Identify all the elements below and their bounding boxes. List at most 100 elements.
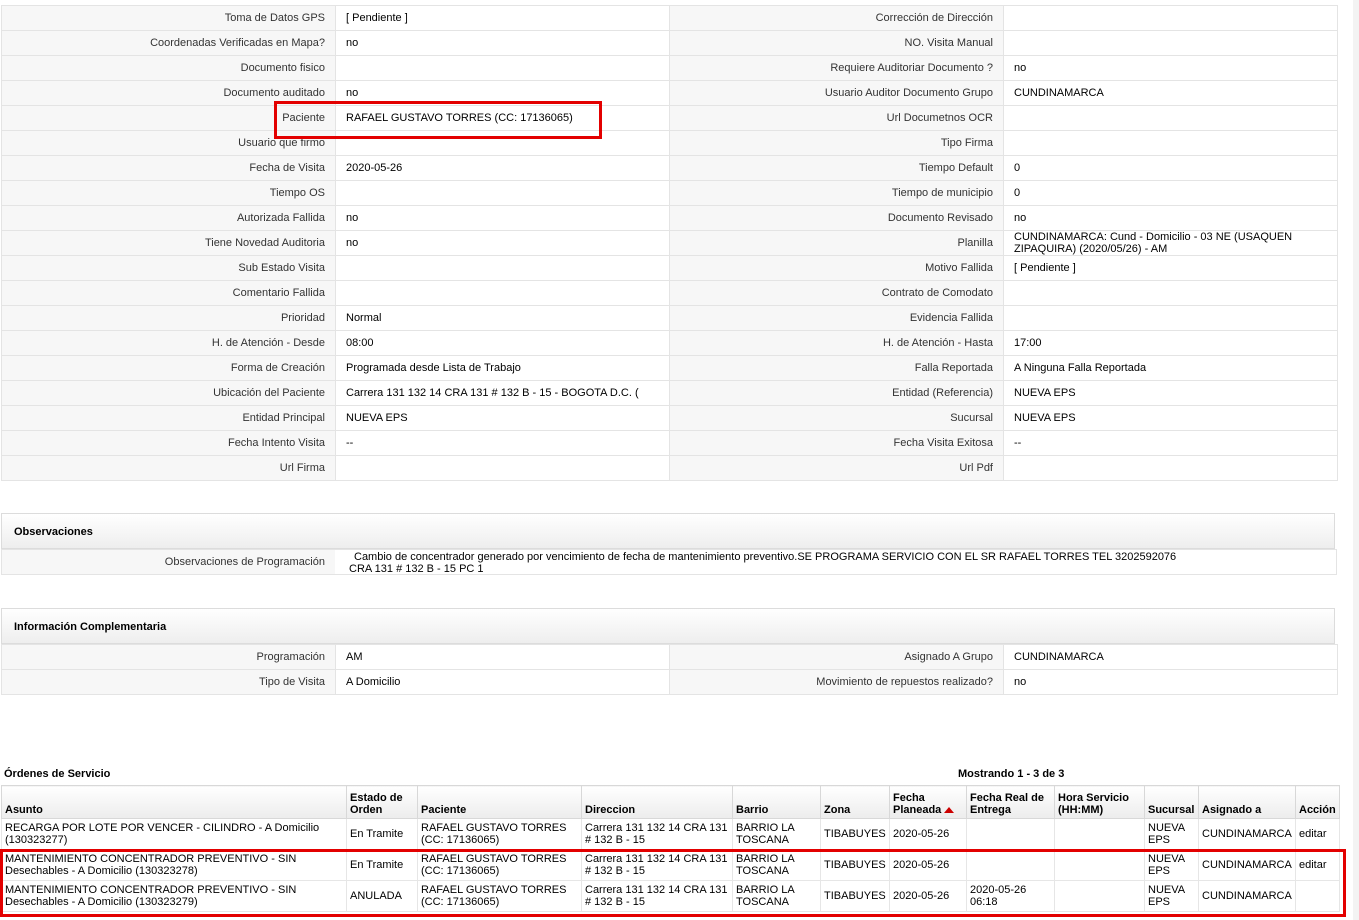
- orders-column-header[interactable]: Asunto: [1, 785, 347, 819]
- order-cell-text: 2020-05-26: [893, 828, 950, 840]
- order-cell: NUEVA EPS: [1144, 818, 1199, 850]
- observaciones-label: Observaciones de Programación: [2, 550, 335, 574]
- orders-column-header[interactable]: Zona: [820, 785, 890, 819]
- detail-value: no: [1003, 55, 1338, 81]
- detail-row: Tiempo OS Tiempo de municipio 0: [1, 180, 1338, 206]
- order-cell: 2020-05-26: [889, 818, 967, 850]
- order-cell: CUNDINAMARCA: [1198, 849, 1296, 881]
- complementaria-value: CUNDINAMARCA: [1003, 644, 1338, 670]
- orders-column-header[interactable]: Fecha Real de Entrega: [966, 785, 1055, 819]
- order-cell: Carrera 131 132 14 CRA 131 # 132 B - 15: [581, 818, 733, 850]
- detail-value: 0: [1003, 155, 1338, 181]
- order-cell-text: CUNDINAMARCA: [1202, 828, 1292, 840]
- detail-value: [335, 180, 670, 206]
- detail-row: Ubicación del Paciente Carrera 131 132 14…: [1, 380, 1338, 406]
- detail-value: CUNDINAMARCA: [1003, 80, 1338, 106]
- orders-title: Órdenes de Servicio: [4, 768, 111, 780]
- detail-label: Usuario que firmo: [1, 130, 336, 156]
- visit-details-table: Toma de Datos GPS[ Pendiente ] Corrección…: [1, 5, 1338, 481]
- detail-label: Fecha Intento Visita: [1, 430, 336, 456]
- edit-order-link[interactable]: editar: [1299, 828, 1327, 840]
- detail-value: --: [1003, 430, 1338, 456]
- order-cell: RECARGA POR LOTE POR VENCER - CILINDRO -…: [1, 818, 347, 850]
- detail-label: Corrección de Dirección: [669, 5, 1004, 31]
- detail-row: H. de Atención - Desde 08:00 H. de Atenció…: [1, 330, 1338, 356]
- orders-column-header[interactable]: Estado de Orden: [346, 785, 418, 819]
- detail-value: no: [335, 205, 670, 231]
- column-header-label: Asunto: [5, 804, 43, 816]
- order-cell: [966, 818, 1055, 850]
- orders-column-header[interactable]: Asignado a: [1198, 785, 1296, 819]
- order-cell-text: RAFAEL GUSTAVO TORRES (CC: 17136065): [421, 853, 567, 877]
- order-cell: BARRIO LA TOSCANA: [732, 849, 821, 881]
- detail-value: no: [335, 30, 670, 56]
- detail-value: NUEVA EPS: [335, 405, 670, 431]
- order-cell-text: CUNDINAMARCA: [1202, 859, 1292, 871]
- detail-label: Planilla: [669, 230, 1004, 256]
- detail-row: Toma de Datos GPS[ Pendiente ] Corrección…: [1, 5, 1338, 31]
- order-action-cell: [1295, 880, 1340, 912]
- detail-value: [335, 55, 670, 81]
- detail-label: H. de Atención - Hasta: [669, 330, 1004, 356]
- detail-label: Motivo Fallida: [669, 255, 1004, 281]
- observaciones-row: Observaciones de Programación Cambio de …: [1, 549, 1337, 575]
- vertical-scrollbar[interactable]: [1353, 0, 1359, 920]
- order-cell: 2020-05-26 06:18: [966, 880, 1055, 912]
- detail-label: Fecha Visita Exitosa: [669, 430, 1004, 456]
- detail-label: Documento fisico: [1, 55, 336, 81]
- detail-label: Url Firma: [1, 455, 336, 481]
- order-row: MANTENIMIENTO CONCENTRADOR PREVENTIVO - …: [1, 849, 1340, 881]
- complementaria-label: Programación: [1, 644, 336, 670]
- detail-value: [1003, 30, 1338, 56]
- detail-label: H. de Atención - Desde: [1, 330, 336, 356]
- orders-column-header[interactable]: Acción: [1295, 785, 1340, 819]
- orders-column-header[interactable]: Barrio: [732, 785, 821, 819]
- detail-label: Falla Reportada: [669, 355, 1004, 381]
- detail-row: Usuario que firmo Tipo Firma: [1, 130, 1338, 156]
- detail-row: Prioridad Normal Evidencia Fallida: [1, 305, 1338, 331]
- detail-label: Sub Estado Visita: [1, 255, 336, 281]
- orders-column-header[interactable]: Paciente: [417, 785, 582, 819]
- complementaria-value: AM: [335, 644, 670, 670]
- complementaria-row: Tipo de Visita A Domicilio Movimiento de r…: [1, 669, 1338, 695]
- order-cell: BARRIO LA TOSCANA: [732, 880, 821, 912]
- edit-order-link[interactable]: editar: [1299, 859, 1327, 871]
- complementaria-label: Asignado A Grupo: [669, 644, 1004, 670]
- order-cell-text: TIBABUYES: [824, 890, 886, 902]
- orders-pagination-count: Mostrando 1 - 3 de 3: [958, 768, 1065, 780]
- detail-label: Evidencia Fallida: [669, 305, 1004, 331]
- detail-row: Entidad Principal NUEVA EPS Sucursal NUEVA …: [1, 405, 1338, 431]
- column-header-label: Barrio: [736, 804, 769, 816]
- order-cell: MANTENIMIENTO CONCENTRADOR PREVENTIVO - …: [1, 880, 347, 912]
- detail-value: Programada desde Lista de Trabajo: [335, 355, 670, 381]
- detail-row: Sub Estado Visita Motivo Fallida[ Pendien…: [1, 255, 1338, 281]
- detail-row: Comentario Fallida Contrato de Comodato: [1, 280, 1338, 306]
- orders-column-header[interactable]: Hora Servicio (HH:MM): [1054, 785, 1145, 819]
- detail-value: CUNDINAMARCA: Cund - Domicilio - 03 NE (…: [1003, 230, 1338, 256]
- detail-label: Tipo Firma: [669, 130, 1004, 156]
- detail-value: NUEVA EPS: [1003, 405, 1338, 431]
- complementaria-row: Programación AM Asignado A Grupo CUNDINAMAR…: [1, 644, 1338, 670]
- column-header-label: Hora Servicio (HH:MM): [1058, 792, 1129, 816]
- detail-label: Forma de Creación: [1, 355, 336, 381]
- orders-column-header[interactable]: Fecha Planeada: [889, 785, 967, 819]
- detail-value: [335, 455, 670, 481]
- detail-row: Url Firma Url Pdf: [1, 455, 1338, 481]
- column-header-label: Fecha Real de Entrega: [970, 792, 1044, 816]
- orders-column-header[interactable]: Sucursal: [1144, 785, 1199, 819]
- detail-value: Normal: [335, 305, 670, 331]
- orders-column-header[interactable]: Direccion: [581, 785, 733, 819]
- order-cell-text: En Tramite: [350, 859, 404, 871]
- detail-label: Url Pdf: [669, 455, 1004, 481]
- detail-value: [335, 255, 670, 281]
- order-cell-text: ANULADA: [350, 890, 402, 902]
- order-action-cell: editar: [1295, 849, 1340, 881]
- sort-ascending-icon[interactable]: [944, 807, 955, 814]
- detail-label: Toma de Datos GPS: [1, 5, 336, 31]
- order-cell: [966, 849, 1055, 881]
- detail-row: Autorizada Fallida no Documento Revisado …: [1, 205, 1338, 231]
- order-cell: RAFAEL GUSTAVO TORRES (CC: 17136065): [417, 880, 582, 912]
- order-row: MANTENIMIENTO CONCENTRADOR PREVENTIVO - …: [1, 880, 1340, 912]
- detail-value: RAFAEL GUSTAVO TORRES (CC: 17136065): [335, 105, 670, 131]
- order-cell-text: NUEVA EPS: [1148, 853, 1185, 877]
